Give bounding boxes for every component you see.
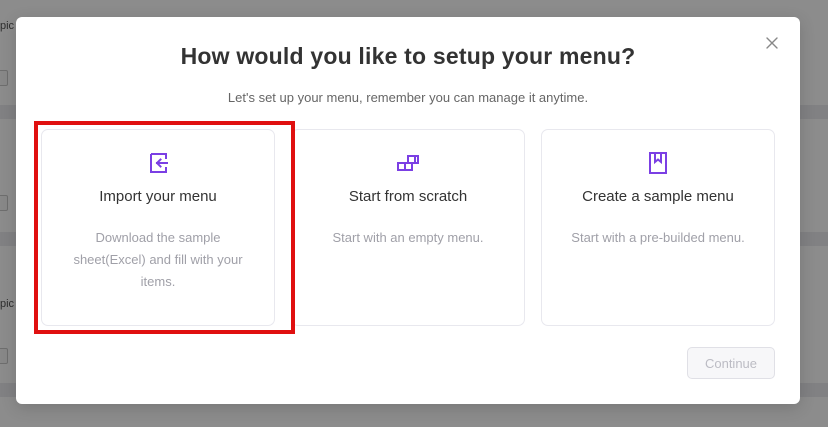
option-description: Start with a pre-builded menu. (571, 230, 745, 245)
option-title: Start from scratch (348, 188, 468, 205)
blocks-icon (397, 155, 419, 171)
option-description: Download the sample sheet(Excel) and fil… (73, 230, 243, 289)
option-card-import-menu[interactable]: Import your menu Download the sample she… (41, 129, 275, 326)
option-card-create-sample-menu[interactable]: Create a sample menu Start with a pre-bu… (541, 129, 775, 326)
continue-button[interactable]: Continue (687, 347, 775, 379)
option-title: Create a sample menu (582, 188, 734, 205)
option-description: Start with an empty menu. (332, 230, 484, 245)
option-title: Import your menu (99, 188, 217, 205)
bookmark-icon (649, 152, 667, 174)
dialog-title: How would you like to setup your menu? (180, 43, 636, 69)
setup-menu-dialog: How would you like to setup your menu? L… (16, 17, 800, 404)
import-icon (150, 153, 168, 173)
option-card-start-from-scratch[interactable]: Start from scratch Start with an empty m… (291, 129, 525, 326)
dialog-subtitle: Let's set up your menu, remember you can… (227, 90, 589, 105)
